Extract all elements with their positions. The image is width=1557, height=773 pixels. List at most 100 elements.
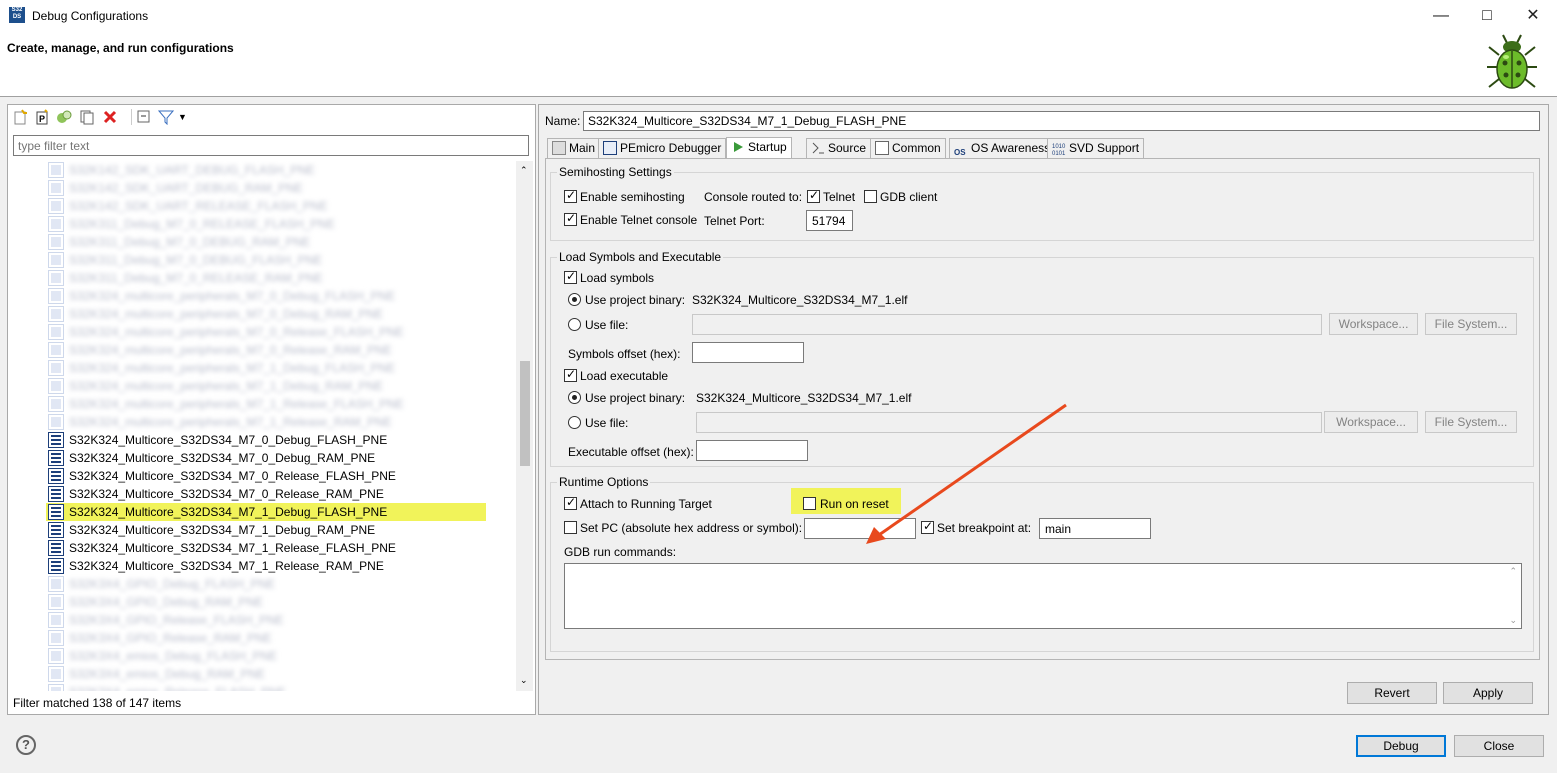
- enable-semihosting-checkbox[interactable]: [564, 188, 577, 203]
- revert-button[interactable]: Revert: [1347, 682, 1437, 704]
- tree-item[interactable]: S32K324_multicore_peripherals_M7_1_Debug…: [46, 377, 486, 395]
- tree-item[interactable]: S32K324_multicore_peripherals_M7_0_Relea…: [46, 323, 486, 341]
- tab-common[interactable]: Common: [870, 138, 946, 158]
- tree-item[interactable]: S32K311_Debug_M7_0_RELEASE_RAM_PNE: [46, 269, 486, 287]
- set-pc-checkbox[interactable]: [564, 521, 577, 534]
- symbols-workspace-button[interactable]: Workspace...: [1329, 313, 1418, 335]
- toolbar-divider: [131, 109, 132, 125]
- pemicro-config-icon: [48, 612, 64, 628]
- symbols-binary-value: S32K324_Multicore_S32DS34_M7_1.elf: [692, 293, 908, 307]
- exec-project-binary-radio[interactable]: [568, 391, 581, 404]
- new-prototype-icon[interactable]: P: [34, 109, 50, 125]
- close-window-icon[interactable]: ✕: [1510, 0, 1556, 31]
- gdb-client-label: GDB client: [880, 190, 938, 204]
- tree-item[interactable]: S32K311_Debug_M7_0_DEBUG_FLASH_PNE: [46, 251, 486, 269]
- help-icon[interactable]: ?: [16, 735, 36, 755]
- exec-offset-input[interactable]: [696, 440, 808, 461]
- tree-item-label: S32K324_Multicore_S32DS34_M7_1_Release_F…: [69, 541, 396, 555]
- telnet-port-input[interactable]: 51794: [806, 210, 853, 231]
- tree-item[interactable]: S32K324_Multicore_S32DS34_M7_0_Release_R…: [46, 485, 486, 503]
- apply-button[interactable]: Apply: [1443, 682, 1533, 704]
- close-button[interactable]: Close: [1454, 735, 1544, 757]
- tree-item-label: S32K3X4_emios_Debug_FLASH_PNE: [69, 649, 278, 663]
- tab-startup[interactable]: Startup: [726, 137, 792, 159]
- exec-use-file-radio[interactable]: [568, 416, 581, 429]
- tree-item[interactable]: S32K142_SDK_UART_RELEASE_FLASH_PNE: [46, 197, 486, 215]
- run-on-reset-checkbox[interactable]: [803, 497, 816, 510]
- scroll-down-icon[interactable]: ⌄: [520, 675, 528, 686]
- new-configuration-icon[interactable]: [12, 109, 28, 125]
- filter-input[interactable]: [13, 135, 529, 156]
- exec-file-system-button[interactable]: File System...: [1425, 411, 1517, 433]
- symbols-file-input[interactable]: [692, 314, 1322, 335]
- tree-item[interactable]: S32K324_Multicore_S32DS34_M7_1_Debug_RAM…: [46, 521, 486, 539]
- symbols-project-binary-radio[interactable]: [568, 293, 581, 306]
- pemicro-config-icon: [48, 360, 64, 376]
- tree-scrollbar[interactable]: ⌃ ⌄: [516, 161, 533, 691]
- tree-item[interactable]: S32K3X4_GPIO_Release_RAM_PNE: [46, 629, 486, 647]
- scroll-thumb[interactable]: [520, 361, 530, 466]
- tree-item[interactable]: S32K142_SDK_UART_DEBUG_FLASH_PNE: [46, 161, 486, 179]
- export-icon[interactable]: [56, 109, 72, 125]
- tree-item[interactable]: S32K324_Multicore_S32DS34_M7_1_Release_F…: [46, 539, 486, 557]
- duplicate-icon[interactable]: [79, 109, 95, 125]
- symbols-offset-input[interactable]: [692, 342, 804, 363]
- textarea-scroll-down-icon[interactable]: ⌄: [1509, 615, 1517, 626]
- tree-item[interactable]: S32K324_Multicore_S32DS34_M7_1_Release_R…: [46, 557, 486, 575]
- tree-item[interactable]: S32K3X4_GPIO_Release_FLASH_PNE: [46, 611, 486, 629]
- view-menu-icon[interactable]: ▼: [178, 109, 194, 125]
- tree-item[interactable]: S32K3X4_emios_Debug_RAM_PNE: [46, 665, 486, 683]
- tab-svd-support[interactable]: 1010 0101 SVD Support: [1047, 138, 1145, 158]
- tree-item[interactable]: S32K324_multicore_peripherals_M7_1_Relea…: [46, 395, 486, 413]
- delete-icon[interactable]: [102, 109, 118, 125]
- tree-item[interactable]: S32K324_Multicore_S32DS34_M7_0_Debug_RAM…: [46, 449, 486, 467]
- tree-item[interactable]: S32K3X4_emios_Release_FLASH_PNE: [46, 683, 486, 691]
- gdb-client-checkbox[interactable]: [864, 190, 877, 203]
- tree-item[interactable]: S32K324_multicore_peripherals_M7_1_Debug…: [46, 359, 486, 377]
- filter-icon[interactable]: [157, 109, 175, 126]
- exec-workspace-button[interactable]: Workspace...: [1324, 411, 1418, 433]
- tree-item[interactable]: S32K324_Multicore_S32DS34_M7_0_Debug_FLA…: [46, 431, 486, 449]
- tree-item[interactable]: S32K324_multicore_peripherals_M7_1_Relea…: [46, 413, 486, 431]
- tree-item[interactable]: S32K311_Debug_M7_0_RELEASE_FLASH_PNE: [46, 215, 486, 233]
- tree-item-label: S32K324_Multicore_S32DS34_M7_1_Release_R…: [69, 559, 384, 573]
- tree-item[interactable]: S32K324_multicore_peripherals_M7_0_Debug…: [46, 287, 486, 305]
- tab-source[interactable]: Source: [806, 138, 872, 158]
- tree-item[interactable]: S32K142_SDK_UART_DEBUG_RAM_PNE: [46, 179, 486, 197]
- tab-pemicro-debugger[interactable]: PEmicro Debugger: [598, 138, 727, 158]
- tree-item[interactable]: S32K324_multicore_peripherals_M7_0_Debug…: [46, 305, 486, 323]
- telnet-checkbox[interactable]: [807, 188, 820, 203]
- gdb-commands-textarea[interactable]: ⌃ ⌄: [564, 563, 1522, 629]
- tree-item-label: S32K3X4_GPIO_Debug_FLASH_PNE: [69, 577, 276, 591]
- name-input[interactable]: [583, 111, 1540, 131]
- pemicro-config-icon: [48, 630, 64, 646]
- enable-telnet-checkbox[interactable]: [564, 211, 577, 226]
- tree-item[interactable]: S32K324_Multicore_S32DS34_M7_0_Release_F…: [46, 467, 486, 485]
- tree-item[interactable]: S32K3X4_GPIO_Debug_RAM_PNE: [46, 593, 486, 611]
- maximize-icon[interactable]: □: [1464, 0, 1510, 31]
- scroll-up-icon[interactable]: ⌃: [520, 165, 528, 176]
- tree-item[interactable]: S32K3X4_GPIO_Debug_FLASH_PNE: [46, 575, 486, 593]
- tree-item[interactable]: S32K324_multicore_peripherals_M7_0_Relea…: [46, 341, 486, 359]
- name-label: Name:: [545, 114, 581, 128]
- collapse-all-icon[interactable]: [136, 109, 152, 125]
- symbols-use-file-radio[interactable]: [568, 318, 581, 331]
- tab-main[interactable]: Main: [547, 138, 601, 158]
- tree-item-label: S32K3X4_emios_Release_FLASH_PNE: [69, 685, 286, 691]
- configuration-list-panel: P ▼ S32K142_SDK_UART_DEBUG_FLASH_PNES32K…: [7, 104, 536, 715]
- load-executable-checkbox[interactable]: [564, 367, 577, 382]
- pemicro-config-icon: [48, 288, 64, 304]
- tree-item[interactable]: S32K3X4_emios_Debug_FLASH_PNE: [46, 647, 486, 665]
- debug-button[interactable]: Debug: [1356, 735, 1446, 757]
- symbols-file-system-button[interactable]: File System...: [1425, 313, 1517, 335]
- attach-running-target-checkbox[interactable]: [564, 495, 577, 510]
- load-symbols-checkbox[interactable]: [564, 269, 577, 284]
- tree-item-selected[interactable]: S32K324_Multicore_S32DS34_M7_1_Debug_FLA…: [46, 503, 486, 521]
- tab-os-awareness[interactable]: OS OS Awareness: [949, 138, 1056, 158]
- pemicro-config-icon: [48, 558, 64, 574]
- pemicro-config-icon: [48, 216, 64, 232]
- symbols-project-binary-label: Use project binary:: [585, 293, 686, 307]
- tree-item[interactable]: S32K311_Debug_M7_0_DEBUG_RAM_PNE: [46, 233, 486, 251]
- textarea-scroll-up-icon[interactable]: ⌃: [1509, 566, 1517, 577]
- minimize-icon[interactable]: —: [1418, 0, 1464, 31]
